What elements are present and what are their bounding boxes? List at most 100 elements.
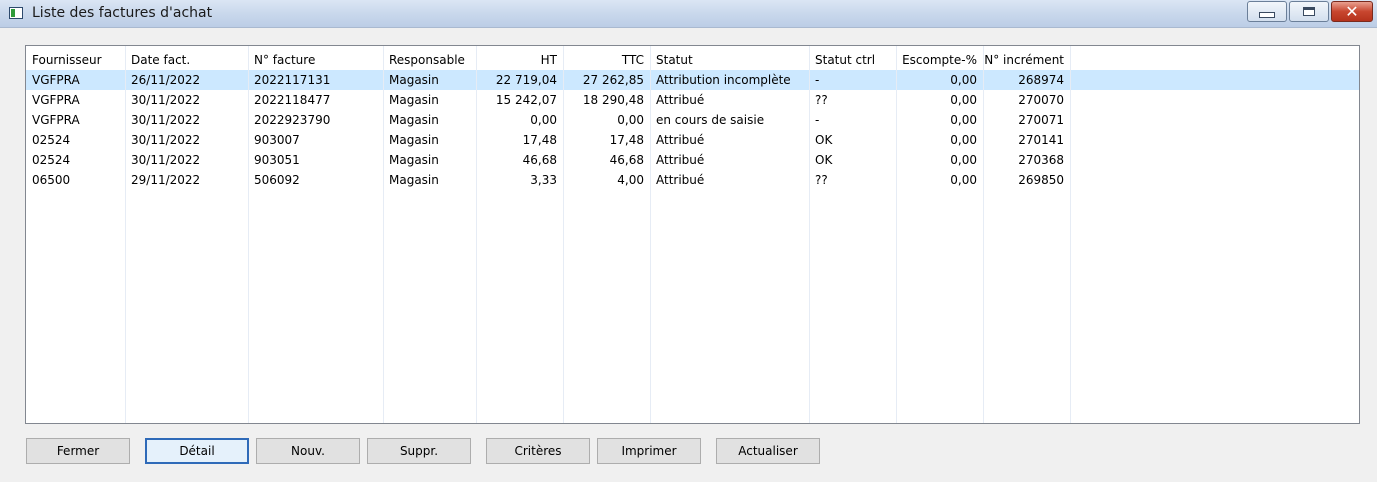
cell-amount-ht: 46,68 xyxy=(522,153,557,167)
cell-control-status: - xyxy=(815,73,820,87)
column-divider xyxy=(563,46,564,423)
cell-invoice-number: 2022118477 xyxy=(254,93,331,107)
column-divider xyxy=(248,46,249,423)
minimize-button[interactable] xyxy=(1247,1,1287,22)
cell-supplier: VGFPRA xyxy=(32,113,80,127)
window-title: Liste des factures d'achat xyxy=(32,5,213,21)
delete-button[interactable]: Suppr. xyxy=(367,438,471,464)
column-divider xyxy=(650,46,651,423)
cell-invoice-date: 30/11/2022 xyxy=(131,153,201,167)
cell-supplier: 06500 xyxy=(32,173,71,187)
cell-increment-number: 270141 xyxy=(1018,133,1064,147)
close-icon: ✕ xyxy=(1345,1,1359,21)
table-row[interactable]: 06500 29/11/2022 506092 Magasin 3,33 4,00 Attr… xyxy=(26,170,1359,190)
table-row[interactable]: VGFPRA 30/11/2022 2022118477 Magasin 15 242,… xyxy=(26,90,1359,110)
cell-amount-ht: 22 719,04 xyxy=(495,73,557,87)
column-divider xyxy=(983,46,984,423)
cell-control-status: OK xyxy=(815,133,833,147)
column-header-amount-ttc[interactable]: TTC xyxy=(563,50,650,70)
cell-invoice-date: 26/11/2022 xyxy=(131,73,201,87)
cell-amount-ht: 15 242,07 xyxy=(495,93,557,107)
cell-invoice-number: 2022117131 xyxy=(254,73,331,87)
column-header-increment-number[interactable]: N° incrément xyxy=(983,50,1070,70)
cell-increment-number: 268974 xyxy=(1018,73,1064,87)
cell-amount-ht: 17,48 xyxy=(522,133,557,147)
column-header-control-status[interactable]: Statut ctrl xyxy=(809,50,896,70)
cell-status: Attribué xyxy=(656,173,705,187)
column-header-invoice-number[interactable]: N° facture xyxy=(248,50,383,70)
table-row[interactable]: 02524 30/11/2022 903051 Magasin 46,68 46,68 At… xyxy=(26,150,1359,170)
cell-responsible: Magasin xyxy=(389,113,439,127)
table-row[interactable]: 02524 30/11/2022 903007 Magasin 17,48 17,48 At… xyxy=(26,130,1359,150)
cell-invoice-number: 903007 xyxy=(254,133,300,147)
cell-responsible: Magasin xyxy=(389,173,439,187)
table-row[interactable]: VGFPRA 30/11/2022 2022923790 Magasin 0,00 0,0… xyxy=(26,110,1359,130)
cell-amount-ht: 3,33 xyxy=(530,173,557,187)
cell-responsible: Magasin xyxy=(389,93,439,107)
column-header-status[interactable]: Statut xyxy=(650,50,809,70)
cell-status: Attribué xyxy=(656,93,705,107)
cell-discount-percent: 0,00 xyxy=(950,133,977,147)
table-row[interactable]: VGFPRA 26/11/2022 2022117131 Magasin 22 719,… xyxy=(26,70,1359,90)
cell-invoice-date: 30/11/2022 xyxy=(131,133,201,147)
maximize-button[interactable] xyxy=(1289,1,1329,22)
cell-status: en cours de saisie xyxy=(656,113,765,127)
column-divider xyxy=(1070,46,1071,423)
cell-supplier: VGFPRA xyxy=(32,73,80,87)
maximize-icon xyxy=(1303,7,1315,16)
cell-status: Attribué xyxy=(656,153,705,167)
cell-invoice-date: 29/11/2022 xyxy=(131,173,201,187)
cell-amount-ttc: 18 290,48 xyxy=(582,93,644,107)
print-button[interactable]: Imprimer xyxy=(597,438,701,464)
cell-discount-percent: 0,00 xyxy=(950,153,977,167)
cell-increment-number: 270070 xyxy=(1018,93,1064,107)
cell-responsible: Magasin xyxy=(389,133,439,147)
column-header-amount-ht[interactable]: HT xyxy=(476,50,563,70)
cell-control-status: ?? xyxy=(815,173,828,187)
cell-supplier: 02524 xyxy=(32,153,71,167)
column-header-discount-percent[interactable]: Escompte-% xyxy=(896,50,983,70)
cell-discount-percent: 0,00 xyxy=(950,73,977,87)
column-divider xyxy=(383,46,384,423)
cell-control-status: ?? xyxy=(815,93,828,107)
invoice-list-table[interactable]: VGFPRA 26/11/2022 2022117131 Magasin 22 719,… xyxy=(25,45,1360,424)
cell-amount-ttc: 4,00 xyxy=(617,173,644,187)
column-divider xyxy=(125,46,126,423)
cell-amount-ttc: 27 262,85 xyxy=(582,73,644,87)
cell-increment-number: 270368 xyxy=(1018,153,1064,167)
column-divider xyxy=(809,46,810,423)
cell-amount-ttc: 46,68 xyxy=(609,153,644,167)
cell-status: Attribution incomplète xyxy=(656,73,791,87)
cell-discount-percent: 0,00 xyxy=(950,93,977,107)
cell-increment-number: 270071 xyxy=(1018,113,1064,127)
cell-control-status: - xyxy=(815,113,820,127)
cell-discount-percent: 0,00 xyxy=(950,173,977,187)
cell-invoice-number: 903051 xyxy=(254,153,300,167)
cell-control-status: OK xyxy=(815,153,833,167)
column-header-invoice-date[interactable]: Date fact. xyxy=(125,50,248,70)
cell-invoice-number: 506092 xyxy=(254,173,300,187)
cell-responsible: Magasin xyxy=(389,73,439,87)
title-bar: Liste des factures d'achat ✕ xyxy=(0,0,1377,28)
cell-invoice-date: 30/11/2022 xyxy=(131,113,201,127)
cell-invoice-number: 2022923790 xyxy=(254,113,331,127)
criteria-button[interactable]: Critères xyxy=(486,438,590,464)
cell-discount-percent: 0,00 xyxy=(950,113,977,127)
cell-supplier: 02524 xyxy=(32,133,71,147)
detail-button[interactable]: Détail xyxy=(145,438,249,464)
new-button[interactable]: Nouv. xyxy=(256,438,360,464)
cell-responsible: Magasin xyxy=(389,153,439,167)
cell-status: Attribué xyxy=(656,133,705,147)
column-header-responsible[interactable]: Responsable xyxy=(383,50,476,70)
cell-supplier: VGFPRA xyxy=(32,93,80,107)
cell-increment-number: 269850 xyxy=(1018,173,1064,187)
close-button[interactable]: Fermer xyxy=(26,438,130,464)
minimize-icon xyxy=(1259,11,1275,18)
refresh-button[interactable]: Actualiser xyxy=(716,438,820,464)
column-header-supplier[interactable]: Fournisseur xyxy=(26,50,125,70)
column-divider xyxy=(896,46,897,423)
app-icon[interactable] xyxy=(9,7,23,19)
close-window-button[interactable]: ✕ xyxy=(1331,1,1373,22)
table-header: Fournisseur Date fact. N° facture Responsab… xyxy=(26,50,1359,70)
cell-invoice-date: 30/11/2022 xyxy=(131,93,201,107)
